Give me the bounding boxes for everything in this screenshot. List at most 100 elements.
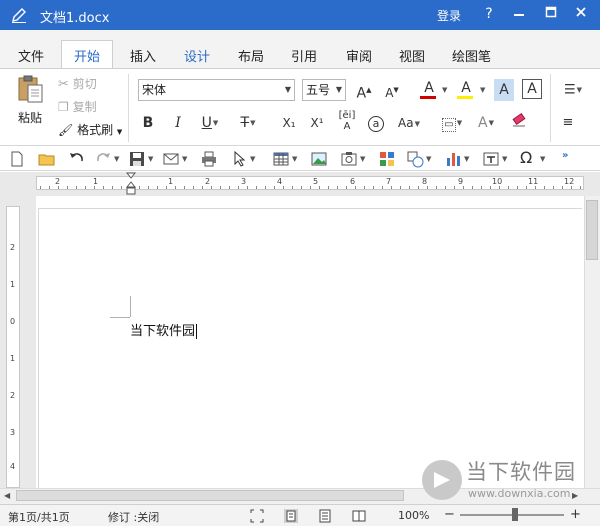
smartart-icon[interactable] bbox=[378, 150, 396, 168]
chevron-down-icon[interactable]: ▼ bbox=[442, 86, 447, 94]
print-layout-icon[interactable] bbox=[284, 509, 298, 523]
margin-corner-mark bbox=[110, 317, 130, 318]
highlight-button[interactable]: A bbox=[455, 77, 477, 99]
cut-button[interactable]: ✂ 剪切 bbox=[58, 74, 97, 94]
font-size-select[interactable]: 五号 ▼ bbox=[302, 79, 346, 101]
omega-symbol-icon[interactable]: Ω bbox=[520, 148, 538, 167]
tab-file[interactable]: 文件 bbox=[18, 46, 44, 65]
chevron-down-icon[interactable]: ▼ bbox=[250, 155, 255, 163]
chevron-down-icon[interactable]: ▼ bbox=[360, 155, 365, 163]
page-count[interactable]: 第1页/共1页 bbox=[8, 509, 70, 525]
paste-button[interactable]: 粘贴 bbox=[12, 74, 48, 125]
select-pointer-icon[interactable] bbox=[230, 150, 248, 168]
chevron-down-icon[interactable]: ▼ bbox=[114, 155, 119, 163]
focus-mode-icon[interactable] bbox=[250, 509, 264, 523]
print-icon[interactable] bbox=[200, 150, 218, 168]
ruler-tick bbox=[85, 186, 86, 189]
scroll-left-icon[interactable]: ◀ bbox=[4, 491, 10, 500]
document-text[interactable]: 当下软件园 bbox=[130, 324, 195, 339]
superscript-button[interactable]: X¹ bbox=[306, 112, 328, 134]
enclose-character-button[interactable]: a bbox=[366, 112, 386, 134]
chevron-down-icon[interactable]: ▼ bbox=[502, 155, 507, 163]
chevron-down-icon[interactable]: ▼ bbox=[292, 155, 297, 163]
underline-button[interactable]: U▼ bbox=[196, 112, 224, 134]
indent-marker-icon[interactable] bbox=[126, 172, 136, 196]
ruler-number: 1 bbox=[93, 177, 99, 186]
redo-icon[interactable] bbox=[94, 150, 112, 168]
zoom-slider-thumb[interactable] bbox=[512, 508, 518, 521]
ruler-tick bbox=[148, 186, 149, 189]
minimize-button[interactable] bbox=[508, 4, 530, 24]
zoom-in-button[interactable]: + bbox=[570, 507, 581, 522]
bold-button[interactable]: B bbox=[138, 112, 158, 134]
character-shading-button[interactable]: A bbox=[494, 79, 514, 101]
tab-layout[interactable]: 布局 bbox=[238, 46, 264, 65]
tab-references[interactable]: 引用 bbox=[291, 46, 317, 65]
bullets-button[interactable]: ☰▼ bbox=[558, 79, 588, 101]
text-effects-button[interactable]: ▭ ▼ bbox=[440, 112, 464, 134]
change-case-button[interactable]: Aa▼ bbox=[394, 112, 424, 134]
open-folder-icon[interactable] bbox=[38, 150, 56, 168]
ruler-tick bbox=[247, 186, 248, 189]
quick-toolbar bbox=[0, 147, 600, 171]
mail-icon[interactable] bbox=[162, 150, 180, 168]
tab-view[interactable]: 视图 bbox=[399, 46, 425, 65]
strikethrough-button[interactable]: T▼ bbox=[234, 112, 262, 134]
vertical-scroll-thumb[interactable] bbox=[586, 200, 598, 260]
tab-draw[interactable]: 绘图笔 bbox=[452, 46, 491, 65]
font-color-swatch bbox=[420, 96, 436, 99]
textbox-icon[interactable] bbox=[482, 150, 500, 168]
maximize-button[interactable] bbox=[540, 4, 562, 24]
font-size-value: 五号 bbox=[306, 83, 331, 97]
phonetic-guide-button[interactable]: [ēi] A bbox=[336, 110, 358, 132]
chevron-down-icon[interactable]: ▼ bbox=[426, 155, 431, 163]
grow-font-button[interactable]: A▲ bbox=[354, 79, 374, 102]
font-name-select[interactable]: 宋体 ▼ bbox=[138, 79, 295, 101]
new-document-icon[interactable] bbox=[8, 150, 26, 168]
chevron-down-icon[interactable]: ▼ bbox=[540, 155, 545, 163]
tab-insert[interactable]: 插入 bbox=[130, 46, 156, 65]
zoom-out-button[interactable]: − bbox=[444, 507, 455, 522]
shapes-icon[interactable] bbox=[406, 150, 424, 168]
character-border-button[interactable]: A bbox=[522, 79, 542, 99]
ribbon-tabs: 文件 开始 插入 设计 布局 引用 审阅 视图 绘图笔 bbox=[0, 30, 600, 68]
align-left-button[interactable]: ≡ bbox=[558, 112, 578, 134]
tab-review[interactable]: 审阅 bbox=[346, 46, 372, 65]
more-chevron-icon[interactable]: » bbox=[562, 150, 580, 168]
web-layout-icon[interactable] bbox=[318, 509, 332, 523]
ruler-number: 1 bbox=[168, 177, 174, 186]
chevron-down-icon[interactable]: ▼ bbox=[464, 155, 469, 163]
help-button[interactable]: ? bbox=[478, 4, 500, 24]
shrink-font-button[interactable]: A▼ bbox=[382, 79, 402, 101]
format-painter-button[interactable]: 🖌 格式刷 ▼ bbox=[58, 120, 122, 140]
login-button[interactable]: 登录 bbox=[437, 7, 461, 24]
pen-icon[interactable] bbox=[10, 6, 28, 24]
horizontal-scroll-thumb[interactable] bbox=[16, 490, 404, 501]
track-changes-status[interactable]: 修订 :关闭 bbox=[108, 509, 159, 525]
chevron-down-icon[interactable]: ▼ bbox=[480, 86, 485, 94]
tab-home[interactable]: 开始 bbox=[61, 40, 114, 68]
document-body-text[interactable]: 当下软件园 bbox=[130, 320, 198, 339]
screenshot-icon[interactable] bbox=[340, 150, 358, 168]
chevron-down-icon[interactable]: ▼ bbox=[182, 155, 187, 163]
copy-button[interactable]: ❐ 复制 bbox=[58, 97, 97, 117]
reading-mode-icon[interactable] bbox=[352, 509, 366, 523]
close-button[interactable] bbox=[570, 4, 592, 24]
document-page[interactable] bbox=[38, 208, 582, 488]
chevron-down-icon[interactable]: ▼ bbox=[148, 155, 153, 163]
ruler-tick bbox=[58, 186, 59, 189]
ruler-tick bbox=[139, 186, 140, 189]
subscript-button[interactable]: X₁ bbox=[278, 112, 300, 134]
italic-button[interactable]: I bbox=[168, 112, 188, 134]
chart-icon[interactable] bbox=[444, 150, 462, 168]
table-icon[interactable] bbox=[272, 150, 290, 168]
zoom-level[interactable]: 100% bbox=[398, 509, 429, 522]
font-color-button[interactable]: A bbox=[418, 77, 440, 99]
clear-formatting-button[interactable] bbox=[508, 112, 530, 134]
save-icon[interactable] bbox=[128, 150, 146, 168]
tab-design[interactable]: 设计 bbox=[184, 46, 210, 65]
ruler-number: 4 bbox=[277, 177, 283, 186]
undo-icon[interactable] bbox=[68, 150, 86, 168]
picture-icon[interactable] bbox=[310, 150, 328, 168]
text-outline-button[interactable]: A▼ bbox=[472, 112, 500, 134]
